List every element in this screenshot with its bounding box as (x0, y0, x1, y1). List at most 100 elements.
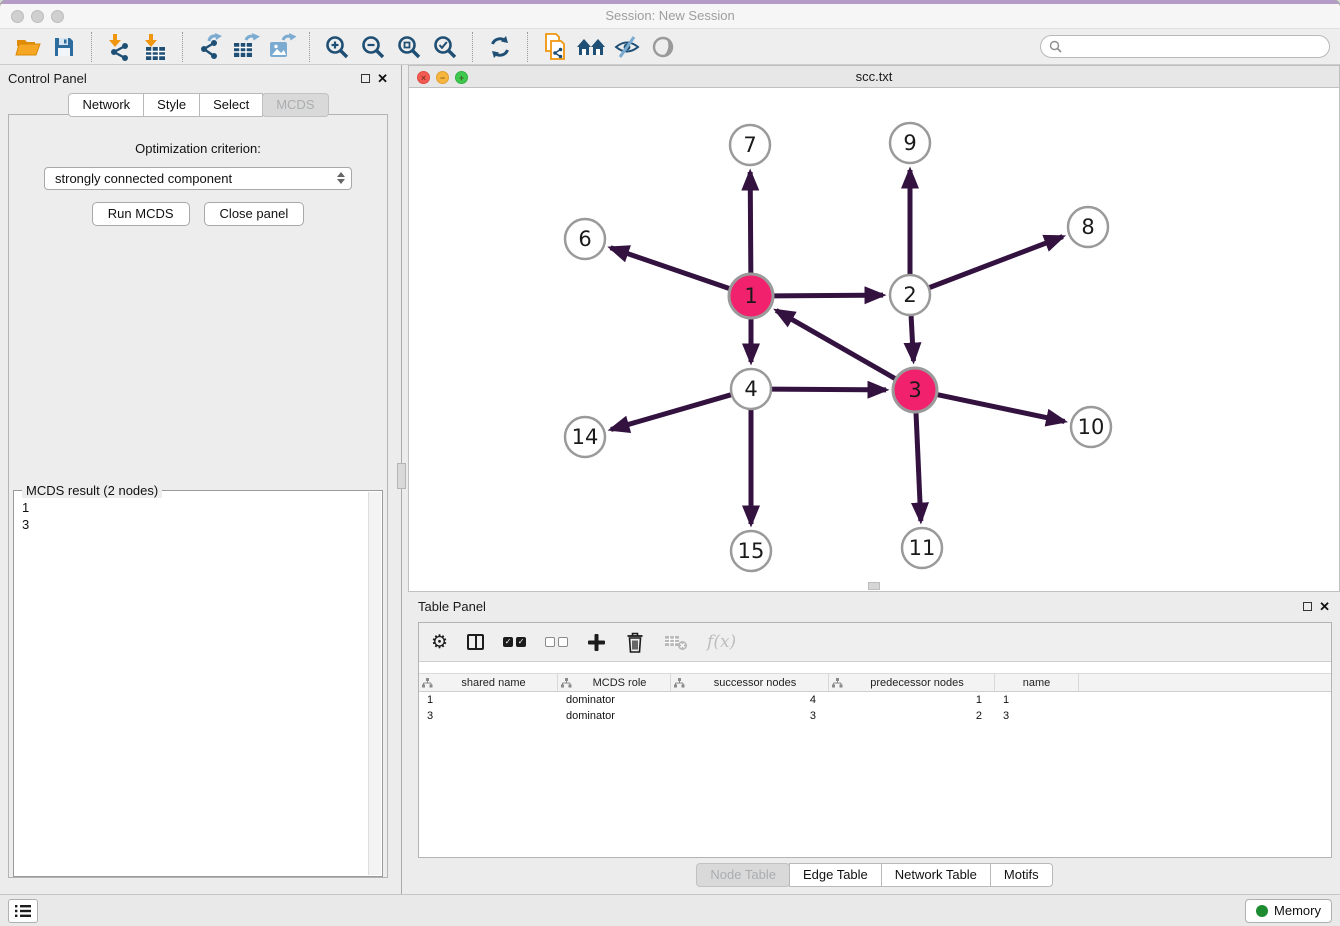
close-panel-icon[interactable]: ✕ (377, 72, 388, 85)
graph-node-8[interactable]: 8 (1068, 207, 1108, 247)
add-column-icon[interactable] (587, 633, 606, 652)
search-input[interactable] (1067, 40, 1321, 54)
result-item[interactable]: 1 (22, 499, 374, 516)
close-table-panel-icon[interactable]: ✕ (1319, 600, 1330, 613)
graph-node-2[interactable]: 2 (890, 275, 930, 315)
tab-network[interactable]: Network (68, 93, 144, 117)
run-mcds-button[interactable]: Run MCDS (92, 202, 190, 226)
main-toolbar (0, 28, 1340, 65)
column-header-MCDS-role[interactable]: MCDS role (558, 674, 671, 691)
network-graph: 7 9 6 8 1 2 4 3 14 10 15 11 (409, 88, 1339, 590)
graph-edge-3-1[interactable] (776, 310, 895, 378)
table-cell[interactable]: 3 (995, 710, 1079, 722)
graph-node-9[interactable]: 9 (890, 123, 930, 163)
graph-edge-4-14[interactable] (611, 395, 731, 430)
home-networks-icon[interactable] (573, 31, 609, 63)
open-folder-icon[interactable] (10, 31, 46, 63)
divider-grip[interactable] (397, 463, 406, 489)
toolbar-separator (472, 32, 473, 62)
export-image-icon[interactable] (264, 31, 300, 63)
export-network-icon[interactable] (192, 31, 228, 63)
svg-text:1: 1 (744, 284, 757, 308)
graph-node-4[interactable]: 4 (731, 369, 771, 409)
graph-node-7[interactable]: 7 (730, 125, 770, 165)
tab-network-table[interactable]: Network Table (881, 863, 991, 887)
svg-text:2: 2 (903, 283, 916, 307)
clone-network-icon[interactable] (537, 31, 573, 63)
tab-style[interactable]: Style (143, 93, 200, 117)
status-bar: Memory (0, 894, 1340, 926)
task-history-button[interactable] (8, 899, 38, 923)
save-icon[interactable] (46, 31, 82, 63)
refresh-icon[interactable] (482, 31, 518, 63)
tab-select[interactable]: Select (199, 93, 263, 117)
column-header-shared-name[interactable]: shared name (419, 674, 558, 691)
hide-eye-icon[interactable] (609, 31, 645, 63)
tab-mcds[interactable]: MCDS (262, 93, 328, 117)
app-title: Session: New Session (0, 8, 1340, 23)
table-cell[interactable]: dominator (558, 694, 671, 706)
graph-edge-1-2[interactable] (774, 295, 883, 296)
search-field[interactable] (1040, 35, 1330, 58)
table-cell[interactable]: 3 (419, 710, 558, 722)
svg-text:4: 4 (744, 377, 757, 401)
table-cell[interactable]: 4 (671, 694, 829, 706)
close-panel-button[interactable]: Close panel (204, 202, 305, 226)
mcds-result-title: MCDS result (2 nodes) (22, 483, 162, 498)
result-scrollbar[interactable] (368, 492, 381, 875)
table-row[interactable]: 1dominator411 (419, 692, 1331, 708)
graph-node-3[interactable]: 3 (893, 368, 937, 412)
function-builder-icon[interactable]: f(x) (707, 632, 736, 652)
optimization-criterion-dropdown[interactable]: strongly connected component (44, 167, 352, 190)
network-canvas[interactable]: 7 9 6 8 1 2 4 3 14 10 15 11 (408, 88, 1340, 592)
table-cell[interactable]: 2 (829, 710, 995, 722)
select-all-checkboxes-icon[interactable]: ✓✓ (503, 637, 526, 647)
gear-icon[interactable]: ⚙ (431, 633, 448, 652)
graph-edge-4-3[interactable] (772, 389, 886, 390)
deselect-all-checkboxes-icon[interactable] (545, 637, 568, 647)
graph-node-1[interactable]: 1 (729, 274, 773, 318)
table-cell[interactable]: 3 (671, 710, 829, 722)
graph-node-15[interactable]: 15 (731, 531, 771, 571)
graph-node-14[interactable]: 14 (565, 417, 605, 457)
tab-motifs[interactable]: Motifs (990, 863, 1053, 887)
import-table-icon[interactable] (137, 31, 173, 63)
zoom-in-icon[interactable] (319, 31, 355, 63)
table-cell[interactable]: 1 (995, 694, 1079, 706)
zoom-fit-icon[interactable] (391, 31, 427, 63)
table-cell[interactable]: dominator (558, 710, 671, 722)
graph-node-11[interactable]: 11 (902, 528, 942, 568)
table-row[interactable]: 3dominator323 (419, 708, 1331, 724)
graph-edge-3-10[interactable] (938, 395, 1065, 422)
graph-edge-2-8[interactable] (930, 237, 1063, 288)
graph-edge-1-7[interactable] (750, 172, 751, 273)
graph-node-10[interactable]: 10 (1071, 407, 1111, 447)
delete-table-icon[interactable] (664, 633, 688, 651)
export-table-icon[interactable] (228, 31, 264, 63)
column-header-predecessor-nodes[interactable]: predecessor nodes (829, 674, 995, 691)
float-table-panel-icon[interactable] (1303, 602, 1312, 611)
column-header-name[interactable]: name (995, 674, 1079, 691)
zoom-out-icon[interactable] (355, 31, 391, 63)
graph-edge-1-6[interactable] (611, 248, 730, 289)
float-panel-icon[interactable] (361, 74, 370, 83)
table-cell[interactable]: 1 (829, 694, 995, 706)
import-network-icon[interactable] (101, 31, 137, 63)
control-panel: Control Panel ✕ NetworkStyleSelectMCDS O… (0, 65, 396, 894)
column-header-successor-nodes[interactable]: successor nodes (671, 674, 829, 691)
network-resize-grip[interactable] (868, 582, 880, 590)
search-icon (1049, 40, 1062, 53)
table-cell[interactable]: 1 (419, 694, 558, 706)
trash-icon[interactable] (625, 632, 645, 653)
graph-edge-2-3[interactable] (911, 316, 913, 361)
zoom-selected-icon[interactable] (427, 31, 463, 63)
memory-button[interactable]: Memory (1245, 899, 1332, 923)
graph-node-6[interactable]: 6 (565, 219, 605, 259)
tab-edge-table[interactable]: Edge Table (789, 863, 882, 887)
graph-edge-3-11[interactable] (916, 413, 921, 521)
details-toggle-icon[interactable] (645, 31, 681, 63)
tab-node-table[interactable]: Node Table (696, 863, 790, 887)
result-item[interactable]: 3 (22, 516, 374, 533)
svg-text:15: 15 (738, 539, 765, 563)
split-panel-icon[interactable] (467, 634, 484, 650)
